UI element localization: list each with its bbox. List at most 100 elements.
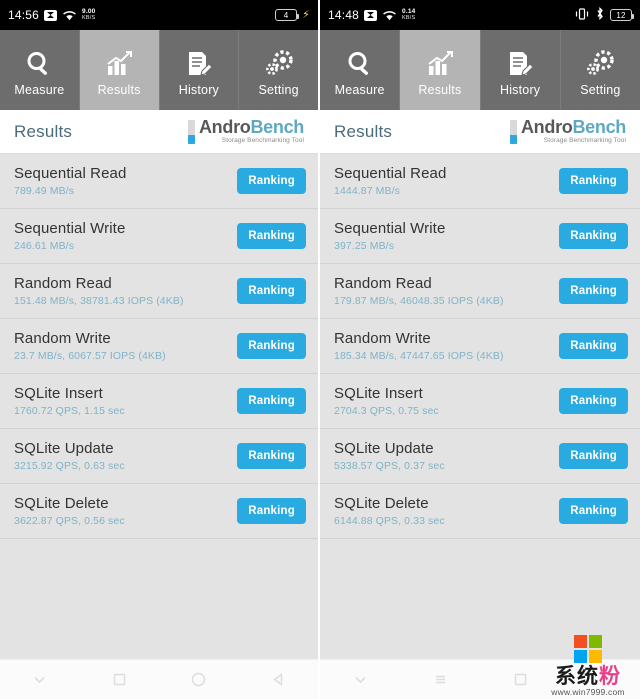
result-value: 185.34 MB/s, 47447.65 IOPS (4KB) (334, 350, 504, 362)
brand-name: AndroBench (199, 118, 304, 136)
status-bar-right: 14:48 0.14 KB/S 12 (320, 0, 640, 30)
ranking-button[interactable]: Ranking (237, 168, 306, 194)
table-row[interactable]: Sequential Write 397.25 MB/s Ranking (320, 209, 640, 264)
ranking-button[interactable]: Ranking (559, 333, 628, 359)
battery-icon: 4 (275, 9, 300, 21)
tab-bar-left: Measure Results History Setting (0, 30, 318, 110)
page-title: Results (14, 121, 73, 141)
result-title: Sequential Write (14, 220, 126, 237)
table-row[interactable]: Random Read 179.87 MB/s, 46048.35 IOPS (4… (320, 264, 640, 319)
brand-text: AndroBench Storage Benchmarking Tool (199, 118, 304, 145)
gears-icon (585, 43, 615, 79)
result-title: Sequential Read (14, 165, 127, 182)
table-row[interactable]: SQLite Delete 6144.88 QPS, 0.33 sec Ranki… (320, 484, 640, 539)
cast-icon (44, 9, 58, 21)
vibrate-icon (574, 7, 590, 23)
result-title: SQLite Delete (14, 495, 109, 512)
ranking-button[interactable]: Ranking (237, 388, 306, 414)
ranking-button[interactable]: Ranking (559, 443, 628, 469)
bluetooth-icon (595, 6, 605, 23)
status-left-group: 14:56 9.00 KB/S (8, 8, 95, 22)
tab-measure[interactable]: Measure (320, 30, 401, 110)
tab-results-label: Results (418, 83, 462, 97)
tab-setting[interactable]: Setting (239, 30, 318, 110)
menu-icon[interactable] (400, 660, 480, 699)
cast-icon (364, 9, 378, 21)
network-rate-unit: KB/S (402, 14, 416, 21)
ranking-button[interactable]: Ranking (559, 498, 628, 524)
app-header-right: Results AndroBench Storage Benchmarking … (320, 110, 640, 154)
tab-history-label: History (499, 83, 541, 97)
document-pencil-icon (505, 43, 535, 79)
androbench-logo: AndroBench Storage Benchmarking Tool (187, 118, 304, 145)
tab-bar-right: Measure Results History Setting (320, 30, 640, 110)
result-value: 789.49 MB/s (14, 185, 75, 197)
status-right-group: 4 ⚡ (275, 9, 310, 21)
square-icon[interactable] (80, 660, 160, 699)
system-nav-bar-right (320, 659, 640, 699)
app-header-left: Results AndroBench Storage Benchmarking … (0, 110, 318, 154)
table-row[interactable]: SQLite Update 3215.92 QPS, 0.63 sec Ranki… (0, 429, 318, 484)
tab-history[interactable]: History (480, 30, 561, 110)
table-row[interactable]: Random Write 185.34 MB/s, 47447.65 IOPS (… (320, 319, 640, 374)
result-title: Sequential Read (334, 165, 447, 182)
table-row[interactable]: Random Read 151.48 MB/s, 38781.43 IOPS (4… (0, 264, 318, 319)
square-icon[interactable] (480, 660, 560, 699)
ranking-button[interactable]: Ranking (559, 278, 628, 304)
table-row[interactable]: SQLite Delete 3622.87 QPS, 0.56 sec Ranki… (0, 484, 318, 539)
result-title: SQLite Update (334, 440, 434, 457)
brand-tagline: Storage Benchmarking Tool (543, 137, 626, 145)
circle-icon[interactable] (159, 660, 239, 699)
table-row[interactable]: Sequential Write 246.61 MB/s Ranking (0, 209, 318, 264)
magnifier-icon (345, 43, 375, 79)
tab-setting-label: Setting (258, 83, 299, 97)
ranking-button[interactable]: Ranking (559, 388, 628, 414)
phone-screenshot-left: 14:56 9.00 KB/S 4 ⚡ Measure Results Hist… (0, 0, 320, 699)
ranking-button[interactable]: Ranking (237, 223, 306, 249)
ranking-button[interactable]: Ranking (559, 223, 628, 249)
network-rate-indicator: 9.00 KB/S (82, 8, 96, 21)
bolt-icon: ⚡ (302, 8, 310, 21)
tab-setting[interactable]: Setting (560, 30, 640, 110)
table-row[interactable]: Sequential Read 1444.87 MB/s Ranking (320, 154, 640, 209)
tab-results-label: Results (97, 83, 141, 97)
tab-history[interactable]: History (159, 30, 240, 110)
ranking-button[interactable]: Ranking (559, 168, 628, 194)
brand-name-andro: Andro (198, 117, 251, 138)
battery-icon: 12 (610, 9, 634, 21)
result-title: Sequential Write (334, 220, 446, 237)
result-title: Random Read (334, 275, 432, 292)
table-row[interactable]: Random Write 23.7 MB/s, 6067.57 IOPS (4KB… (0, 319, 318, 374)
result-title: SQLite Delete (334, 495, 429, 512)
table-row[interactable]: Sequential Read 789.49 MB/s Ranking (0, 154, 318, 209)
tab-measure[interactable]: Measure (0, 30, 80, 110)
phone-screenshot-right: 14:48 0.14 KB/S 12 Measure Results Histo… (320, 0, 640, 699)
network-rate-unit: KB/S (82, 14, 96, 21)
result-value: 3215.92 QPS, 0.63 sec (14, 460, 125, 472)
result-value: 151.48 MB/s, 38781.43 IOPS (4KB) (14, 295, 184, 307)
table-row[interactable]: SQLite Insert 1760.72 QPS, 1.15 sec Ranki… (0, 374, 318, 429)
results-list-right: Sequential Read 1444.87 MB/s Ranking Sequ… (320, 154, 640, 659)
tab-results[interactable]: Results (79, 30, 160, 110)
status-clock: 14:56 (8, 8, 40, 22)
chevron-down-icon[interactable] (0, 660, 80, 699)
brand-name-bench: Bench (250, 117, 304, 138)
wifi-icon (62, 10, 77, 21)
tab-results[interactable]: Results (400, 30, 481, 110)
ranking-button[interactable]: Ranking (237, 278, 306, 304)
ranking-button[interactable]: Ranking (237, 443, 306, 469)
table-row[interactable]: SQLite Insert 2704.3 QPS, 0.75 sec Rankin… (320, 374, 640, 429)
back-triangle-icon[interactable] (239, 660, 319, 699)
table-row[interactable]: SQLite Update 5338.57 QPS, 0.37 sec Ranki… (320, 429, 640, 484)
result-value: 3622.87 QPS, 0.56 sec (14, 515, 125, 527)
brand-name-bench: Bench (572, 117, 626, 138)
document-pencil-icon (184, 43, 214, 79)
result-value: 1444.87 MB/s (334, 185, 400, 197)
logo-bar-icon (509, 119, 517, 144)
ranking-button[interactable]: Ranking (237, 333, 306, 359)
chevron-down-icon[interactable] (320, 660, 400, 699)
tab-measure-label: Measure (14, 83, 65, 97)
ranking-button[interactable]: Ranking (237, 498, 306, 524)
result-value: 6144.88 QPS, 0.33 sec (334, 515, 445, 527)
result-value: 2704.3 QPS, 0.75 sec (334, 405, 439, 417)
